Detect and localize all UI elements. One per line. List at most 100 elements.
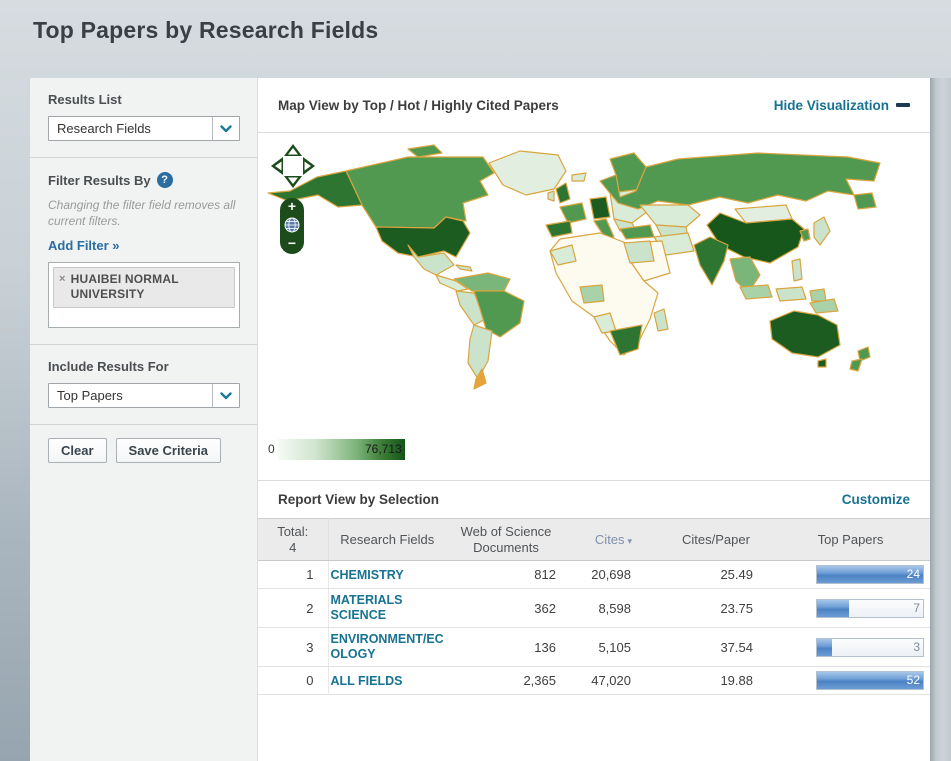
include-results-section: Include Results For Top Papers xyxy=(30,345,257,424)
hide-visualization-link[interactable]: Hide Visualization xyxy=(774,98,910,113)
table-row: 0 ALL FIELDS 2,365 47,020 19.88 52 xyxy=(258,666,930,696)
top-papers-value: 3 xyxy=(913,639,920,654)
field-link[interactable]: ENVIRONMENT/ECOLOGY xyxy=(331,632,445,662)
wos-documents-cell: 362 xyxy=(446,588,566,629)
cites-cell: 8,598 xyxy=(566,588,661,629)
results-list-section: Results List Research Fields xyxy=(30,78,257,157)
main-panel: Map View by Top / Hot / Highly Cited Pap… xyxy=(258,78,930,761)
zoom-out-icon[interactable]: − xyxy=(288,236,296,250)
sort-caret-icon: ▾ xyxy=(627,535,633,546)
field-cell: ENVIRONMENT/ECOLOGY xyxy=(328,627,446,668)
top-papers-value: 24 xyxy=(906,567,920,582)
filter-box: × HUAIBEI NORMAL UNIVERSITY xyxy=(48,262,240,329)
wos-documents-cell: 2,365 xyxy=(446,666,566,696)
rank-cell: 3 xyxy=(258,627,329,668)
total-label: Total: xyxy=(277,524,309,539)
filter-tag-label: HUAIBEI NORMAL UNIVERSITY xyxy=(70,272,179,302)
wos-documents-cell: 136 xyxy=(446,627,566,668)
table-row: 2 MATERIALS SCIENCE 362 8,598 23.75 7 xyxy=(258,588,930,629)
filter-heading: Filter Results By ? xyxy=(48,172,239,188)
help-icon[interactable]: ? xyxy=(156,172,173,188)
field-cell: CHEMISTRY xyxy=(328,560,446,590)
choropleth-map[interactable] xyxy=(258,133,930,481)
remove-filter-icon[interactable]: × xyxy=(59,273,66,302)
cites-cell: 47,020 xyxy=(566,666,661,696)
top-papers-bar-fill xyxy=(817,638,832,656)
legend-gradient-bar: 76,713 xyxy=(277,438,405,460)
map-legend: 0 76,713 xyxy=(268,438,405,460)
filter-section: Filter Results By ? Changing the filter … xyxy=(30,158,257,344)
top-papers-cell: 7 xyxy=(771,588,930,629)
customize-link[interactable]: Customize xyxy=(842,492,910,507)
legend-min-label: 0 xyxy=(268,442,275,456)
field-link[interactable]: CHEMISTRY xyxy=(331,568,404,583)
page-title: Top Papers by Research Fields xyxy=(33,17,379,43)
map-pan-control[interactable] xyxy=(270,143,316,189)
total-value: 4 xyxy=(289,539,297,555)
top-papers-bar: 24 xyxy=(816,565,924,585)
include-results-heading: Include Results For xyxy=(48,359,169,375)
results-list-heading: Results List xyxy=(48,92,122,107)
chevron-down-icon[interactable] xyxy=(212,384,239,408)
include-results-selected: Top Papers xyxy=(57,388,123,404)
rank-cell: 2 xyxy=(258,588,329,629)
rank-cell: 1 xyxy=(258,560,329,590)
table-header-row: Total: 4 Research Fields Web of Science … xyxy=(258,517,930,562)
results-list-dropdown[interactable]: Research Fields xyxy=(48,116,240,141)
map-controls: + − xyxy=(270,143,318,254)
content-area: Results List Research Fields Filter Resu… xyxy=(30,78,930,761)
chevron-down-icon[interactable] xyxy=(212,117,239,140)
column-header-top-papers[interactable]: Top Papers xyxy=(771,517,930,562)
report-view-title: Report View by Selection xyxy=(278,492,440,507)
column-header-cites[interactable]: Cites ▾ xyxy=(566,517,661,562)
save-criteria-button[interactable]: Save Criteria xyxy=(115,438,222,464)
cites-per-paper-cell: 37.54 xyxy=(661,627,771,668)
add-filter-link[interactable]: Add Filter » xyxy=(48,238,120,253)
map-view-header: Map View by Top / Hot / Highly Cited Pap… xyxy=(258,78,930,133)
sidebar-buttons: Clear Save Criteria xyxy=(30,425,257,476)
results-table: Total: 4 Research Fields Web of Science … xyxy=(258,517,930,696)
world-map[interactable]: + − 0 76,713 xyxy=(258,133,930,481)
column-header-cites-per-paper[interactable]: Cites/Paper xyxy=(661,517,771,562)
table-row: 3 ENVIRONMENT/ECOLOGY 136 5,105 37.54 3 xyxy=(258,627,930,668)
include-results-dropdown[interactable]: Top Papers xyxy=(48,383,240,409)
scrollbar[interactable] xyxy=(930,78,951,761)
field-cell: MATERIALS SCIENCE xyxy=(328,588,446,629)
hide-visualization-label: Hide Visualization xyxy=(773,97,889,113)
cites-per-paper-cell: 19.88 xyxy=(661,666,771,696)
clear-button[interactable]: Clear xyxy=(48,438,107,464)
map-view-title: Map View by Top / Hot / Highly Cited Pap… xyxy=(278,97,559,113)
top-papers-cell: 24 xyxy=(771,560,930,590)
rank-cell: 0 xyxy=(258,666,329,696)
report-view-header: Report View by Selection Customize xyxy=(258,481,930,518)
cites-per-paper-cell: 23.75 xyxy=(661,588,771,629)
filter-note: Changing the filter field removes all cu… xyxy=(48,198,236,229)
top-papers-value: 7 xyxy=(913,600,920,615)
top-papers-value: 52 xyxy=(906,673,920,688)
legend-max-label: 76,713 xyxy=(364,441,402,456)
cites-label: Cites xyxy=(594,531,625,547)
top-papers-bar: 3 xyxy=(816,637,924,657)
table-row: 1 CHEMISTRY 812 20,698 25.49 24 xyxy=(258,560,930,590)
cites-cell: 5,105 xyxy=(566,627,661,668)
map-zoom-control[interactable]: + − xyxy=(280,198,304,254)
cites-per-paper-cell: 25.49 xyxy=(661,560,771,590)
column-header-research-fields[interactable]: Research Fields xyxy=(328,517,446,562)
field-cell: ALL FIELDS xyxy=(328,666,446,696)
total-header: Total: 4 xyxy=(258,517,329,562)
collapse-minus-icon[interactable] xyxy=(896,103,910,107)
top-papers-cell: 52 xyxy=(771,666,930,696)
column-header-wos-documents[interactable]: Web of Science Documents xyxy=(446,517,566,562)
zoom-in-icon[interactable]: + xyxy=(288,199,296,213)
top-papers-cell: 3 xyxy=(771,627,930,668)
top-papers-bar: 7 xyxy=(816,598,924,618)
results-list-selected: Research Fields xyxy=(57,121,151,136)
filter-tag: × HUAIBEI NORMAL UNIVERSITY xyxy=(53,267,235,309)
field-link[interactable]: ALL FIELDS xyxy=(331,674,403,689)
globe-icon[interactable] xyxy=(284,217,300,233)
top-papers-bar-fill xyxy=(817,599,849,617)
cites-cell: 20,698 xyxy=(566,560,661,590)
field-link[interactable]: MATERIALS SCIENCE xyxy=(331,593,445,623)
wos-documents-cell: 812 xyxy=(446,560,566,590)
sidebar: Results List Research Fields Filter Resu… xyxy=(30,78,258,761)
